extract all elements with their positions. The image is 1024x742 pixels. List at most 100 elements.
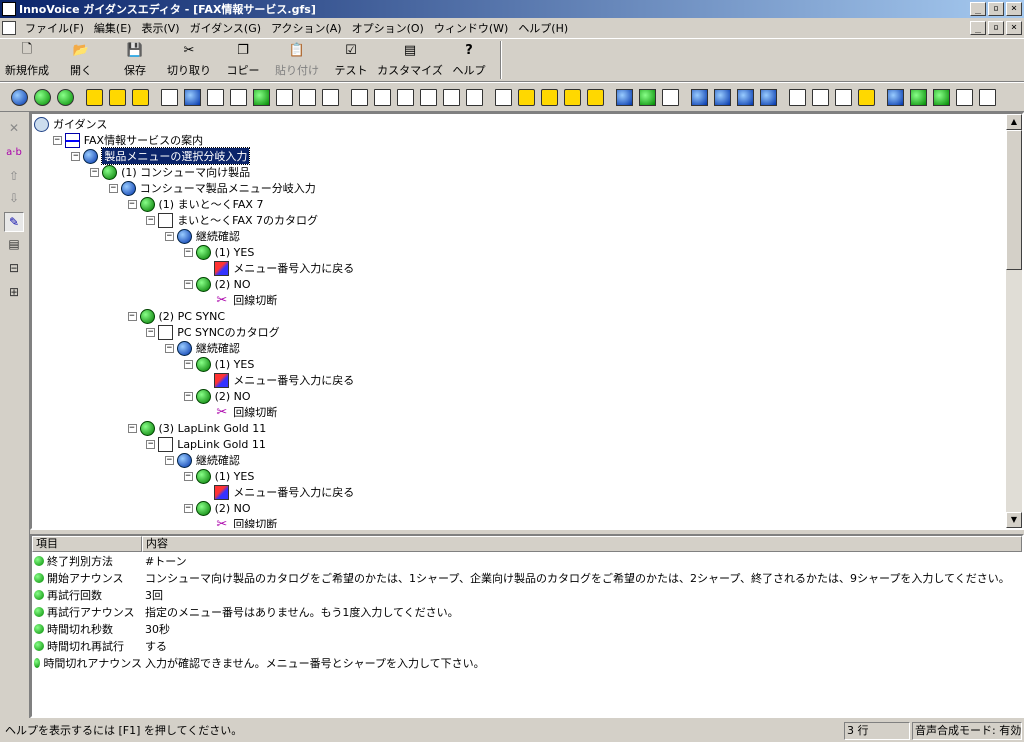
tree-node[interactable]: ガイダンス [34, 116, 107, 132]
collapse-toggle-icon[interactable]: − [90, 167, 100, 177]
doc-minimize-button[interactable]: _ [970, 21, 986, 35]
restore-button[interactable]: ▫ [988, 2, 1004, 16]
collapse-toggle-icon[interactable]: − [164, 231, 174, 241]
tree-node[interactable]: − (2) NO [183, 388, 251, 404]
customize-button[interactable]: ▤ カスタマイズ [377, 39, 443, 81]
menu-view[interactable]: 表示(V) [136, 20, 184, 36]
tree-node[interactable]: − (2) NO [183, 276, 251, 292]
tool-button-12[interactable] [273, 86, 296, 108]
paste-button[interactable]: 📋 貼り付け [270, 39, 324, 81]
property-row[interactable]: 終了判別方法 #トーン [32, 552, 1022, 569]
tree-node[interactable]: − (1) YES [183, 468, 254, 484]
tool-button-24[interactable] [561, 86, 584, 108]
tool-button-10[interactable] [227, 86, 250, 108]
tree-node[interactable]: − (1) コンシューマ向け製品 [90, 164, 250, 180]
collapse-toggle-icon[interactable]: − [52, 135, 62, 145]
test-button[interactable]: ☑ テスト [324, 39, 378, 81]
tree-node[interactable]: − (2) PC SYNC [127, 308, 225, 324]
tool-button-7[interactable] [158, 86, 181, 108]
tool-button-5[interactable] [106, 86, 129, 108]
tree-node[interactable]: メニュー番号入力に戻る [202, 484, 354, 500]
collapse-toggle-icon[interactable]: − [183, 359, 193, 369]
doc-restore-button[interactable]: ▫ [988, 21, 1004, 35]
menu-action[interactable]: アクション(A) [266, 20, 347, 36]
tool-button-20[interactable] [463, 86, 486, 108]
collapse-toggle-icon[interactable]: − [108, 183, 118, 193]
property-row[interactable]: 開始アナウンス コンシューマ向け製品のカタログをご希望のかたは、1シャープ、企業向… [32, 569, 1022, 586]
column-header-content[interactable]: 内容 [142, 536, 1022, 552]
tool-button-31[interactable] [734, 86, 757, 108]
tree-node[interactable]: − PC SYNCのカタログ [146, 324, 280, 340]
collapse-toggle-icon[interactable]: − [146, 327, 156, 337]
tool-button-25[interactable] [584, 86, 607, 108]
collapse-toggle-icon[interactable]: − [127, 311, 137, 321]
edit-mode-icon[interactable]: ✎ [4, 212, 24, 232]
tool-button-37[interactable] [884, 86, 907, 108]
column-header-item[interactable]: 項目 [32, 536, 142, 552]
delete-icon[interactable]: ✕ [4, 118, 24, 138]
scroll-up-button[interactable]: ▲ [1006, 114, 1022, 130]
property-row[interactable]: 再試行アナウンス 指定のメニュー番号はありません。もう1度入力してください。 [32, 603, 1022, 620]
collapse-toggle-icon[interactable]: − [71, 151, 81, 161]
tree-node[interactable]: − 継続確認 [164, 228, 240, 244]
cut-button[interactable]: ✂ 切り取り [162, 39, 216, 81]
collapse-toggle-icon[interactable]: − [183, 391, 193, 401]
tree-node[interactable]: − 継続確認 [164, 452, 240, 468]
doc-close-button[interactable]: × [1006, 21, 1022, 35]
close-button[interactable]: × [1006, 2, 1022, 16]
new-button[interactable]: 🗋 新規作成 [0, 39, 54, 81]
tool-button-28[interactable] [659, 86, 682, 108]
tool-button-39[interactable] [930, 86, 953, 108]
tool-button-22[interactable] [515, 86, 538, 108]
add-branch-input-button[interactable] [8, 86, 31, 108]
collapse-toggle-icon[interactable]: − [183, 503, 193, 513]
collapse-toggle-icon[interactable]: − [127, 423, 137, 433]
tree-scrollbar[interactable]: ▲ ▼ [1006, 114, 1022, 528]
collapse-all-icon[interactable]: ⊟ [4, 258, 24, 278]
collapse-toggle-icon[interactable]: − [183, 279, 193, 289]
collapse-toggle-icon[interactable]: − [164, 343, 174, 353]
collapse-toggle-icon[interactable]: − [146, 439, 156, 449]
menu-help[interactable]: ヘルプ(H) [513, 20, 573, 36]
tree-node[interactable]: − LapLink Gold 11 [146, 436, 266, 452]
tool-button-32[interactable] [757, 86, 780, 108]
properties-icon[interactable]: ▤ [4, 234, 24, 254]
tool-button-27[interactable] [636, 86, 659, 108]
tool-button-38[interactable] [907, 86, 930, 108]
tool-button-23[interactable] [538, 86, 561, 108]
move-down-icon[interactable]: ⇩ [4, 188, 24, 208]
tool-button-26[interactable] [613, 86, 636, 108]
collapse-toggle-icon[interactable]: − [183, 471, 193, 481]
copy-button[interactable]: ❐ コピー [216, 39, 270, 81]
help-button[interactable]: ? ヘルプ [442, 39, 496, 81]
collapse-toggle-icon[interactable]: − [146, 215, 156, 225]
tool-button-33[interactable] [786, 86, 809, 108]
tool-button-11[interactable] [250, 86, 273, 108]
tool-button-40[interactable] [953, 86, 976, 108]
tree-node[interactable]: − コンシューマ製品メニュー分岐入力 [108, 180, 316, 196]
tree-node[interactable]: − 継続確認 [164, 340, 240, 356]
menu-edit[interactable]: 編集(E) [89, 20, 137, 36]
property-row[interactable]: 時間切れ再試行 する [32, 637, 1022, 654]
tool-button-18[interactable] [417, 86, 440, 108]
collapse-toggle-icon[interactable]: − [127, 199, 137, 209]
minimize-button[interactable]: _ [970, 2, 986, 16]
tool-button-6[interactable] [129, 86, 152, 108]
tree-node[interactable]: − (1) YES [183, 244, 254, 260]
menu-options[interactable]: オプション(O) [347, 20, 429, 36]
tool-button-30[interactable] [711, 86, 734, 108]
tool-button-4[interactable] [83, 86, 106, 108]
tool-button-9[interactable] [204, 86, 227, 108]
add-option-button[interactable] [31, 86, 54, 108]
tool-button-8[interactable] [181, 86, 204, 108]
move-up-icon[interactable]: ⇧ [4, 166, 24, 186]
tree-node[interactable]: ✂ 回線切断 [202, 292, 277, 308]
tool-button-35[interactable] [832, 86, 855, 108]
tool-button-15[interactable] [348, 86, 371, 108]
tool-button-14[interactable] [319, 86, 342, 108]
tree-node[interactable]: メニュー番号入力に戻る [202, 372, 354, 388]
property-row[interactable]: 時間切れ秒数 30秒 [32, 620, 1022, 637]
tree-node[interactable]: ✂ 回線切断 [202, 404, 277, 420]
tool-button-21[interactable] [492, 86, 515, 108]
tool-button-13[interactable] [296, 86, 319, 108]
